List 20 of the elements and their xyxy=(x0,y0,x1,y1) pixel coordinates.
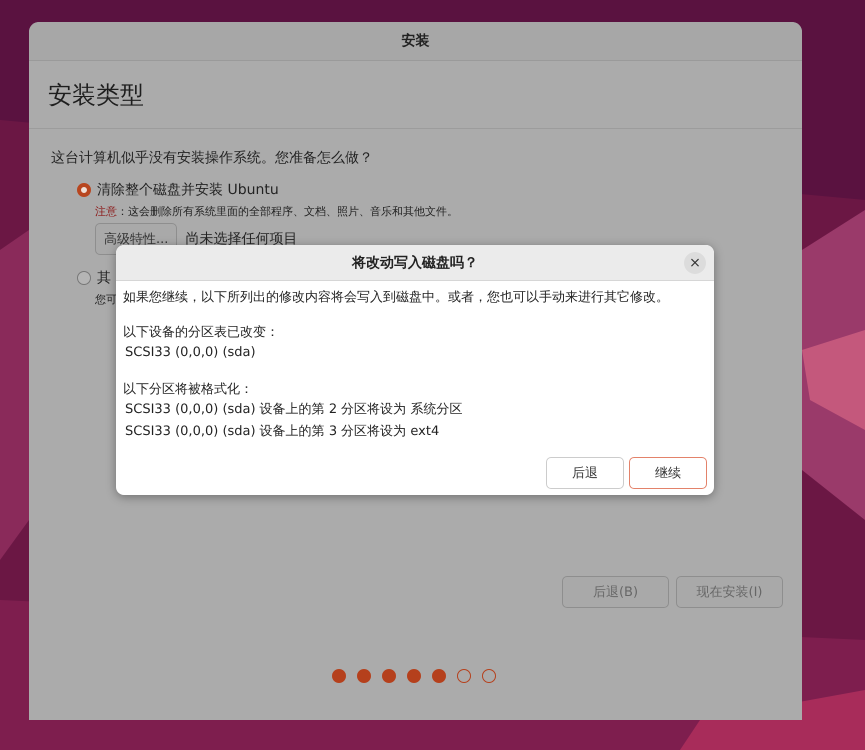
change-line: SCSI33 (0,0,0) (sda) 设备上的第 3 分区将设为 ext4 xyxy=(124,423,440,441)
radio-button[interactable] xyxy=(77,183,91,197)
change-line: SCSI33 (0,0,0) (sda) 设备上的第 2 分区将设为 系统分区 xyxy=(124,401,464,419)
warning-note: 注意：这会删除所有系统里面的全部程序、文档、照片、音乐和其他文件。 xyxy=(95,204,458,219)
close-button[interactable]: × xyxy=(684,252,706,274)
section-heading: 以下设备的分区表已改变： xyxy=(123,324,280,342)
option-description: 您可 xyxy=(95,292,117,307)
change-line: SCSI33 (0,0,0) (sda) xyxy=(124,344,257,362)
radio-button[interactable] xyxy=(77,271,91,285)
dialog-title: 将改动写入磁盘吗？ xyxy=(352,254,478,272)
section-heading: 以下分区将被格式化： xyxy=(123,381,254,399)
dialog-message: 如果您继续，以下所列出的修改内容将会写入到磁盘中。或者，您也可以手动来进行其它修改。 xyxy=(123,289,670,307)
option-label[interactable]: 其 xyxy=(97,269,111,287)
question-text: 这台计算机似乎没有安装操作系统。您准备怎么做？ xyxy=(51,149,374,167)
dialog-button[interactable]: 继续 xyxy=(629,457,707,489)
option-label[interactable]: 清除整个磁盘并安装 Ubuntu xyxy=(97,181,279,199)
window-title: 安装 xyxy=(402,32,430,50)
status-text: 尚未选择任何项目 xyxy=(185,230,298,248)
dialog-button[interactable]: 后退 xyxy=(546,457,624,489)
page-title: 安装类型 xyxy=(48,80,144,110)
